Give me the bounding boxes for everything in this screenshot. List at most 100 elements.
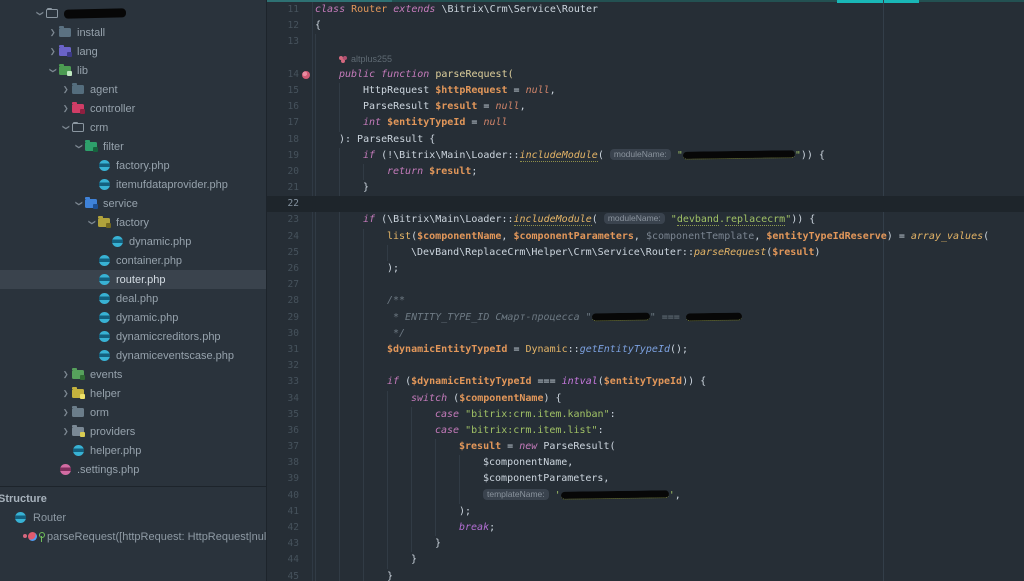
chevron-down-icon[interactable] bbox=[59, 122, 72, 133]
line-number[interactable]: 26 bbox=[267, 261, 313, 277]
code-line[interactable]: 44} bbox=[267, 552, 1024, 568]
tree-item-providers[interactable]: providers bbox=[0, 422, 266, 441]
code-line[interactable]: 45} bbox=[267, 569, 1024, 581]
line-number[interactable]: 23 bbox=[267, 212, 313, 228]
tree-item-dynamic-php[interactable]: dynamic.php bbox=[0, 308, 266, 327]
line-number[interactable]: 39 bbox=[267, 471, 313, 487]
code-line[interactable]: 12{ bbox=[267, 18, 1024, 34]
tree-item-orm[interactable]: orm bbox=[0, 403, 266, 422]
line-number[interactable]: 38 bbox=[267, 455, 313, 471]
structure-item-parserequest[interactable]: parseRequest([httpRequest: HttpRequest|n… bbox=[0, 527, 266, 546]
project-tree[interactable]: installlanglibagentcontrollercrmfilterfa… bbox=[0, 0, 266, 486]
code-line[interactable]: 16ParseResult $result = null, bbox=[267, 99, 1024, 115]
code-line[interactable]: 40templateName: '', bbox=[267, 488, 1024, 504]
line-number[interactable]: 31 bbox=[267, 342, 313, 358]
chevron-right-icon[interactable] bbox=[46, 27, 59, 38]
code-line[interactable]: 39$componentParameters, bbox=[267, 471, 1024, 487]
line-number[interactable]: 29 bbox=[267, 310, 313, 326]
author-name[interactable]: altplus255 bbox=[351, 51, 392, 67]
tree-item-lib[interactable]: lib bbox=[0, 61, 266, 80]
chevron-right-icon[interactable] bbox=[59, 388, 72, 399]
line-number[interactable]: 20 bbox=[267, 164, 313, 180]
chevron-down-icon[interactable] bbox=[72, 141, 85, 152]
line-number[interactable]: 35 bbox=[267, 407, 313, 423]
code-line[interactable]: 43} bbox=[267, 536, 1024, 552]
line-number[interactable]: 22 bbox=[267, 196, 313, 212]
line-number[interactable]: 34 bbox=[267, 391, 313, 407]
line-number[interactable]: 11 bbox=[267, 2, 313, 18]
line-number[interactable]: 12 bbox=[267, 18, 313, 34]
chevron-right-icon[interactable] bbox=[46, 46, 59, 57]
line-number[interactable]: 19 bbox=[267, 148, 313, 164]
code-line[interactable]: 27 bbox=[267, 277, 1024, 293]
code-line[interactable]: 30 */ bbox=[267, 326, 1024, 342]
line-number[interactable]: 42 bbox=[267, 520, 313, 536]
code-line[interactable]: 17int $entityTypeId = null bbox=[267, 115, 1024, 131]
line-number[interactable]: 30 bbox=[267, 326, 313, 342]
line-number[interactable]: 24 bbox=[267, 229, 313, 245]
code-line[interactable]: 41); bbox=[267, 504, 1024, 520]
tree-item-router-php[interactable]: router.php bbox=[0, 270, 266, 289]
chevron-right-icon[interactable] bbox=[59, 426, 72, 437]
line-number[interactable] bbox=[267, 51, 313, 67]
code-line[interactable]: 19if (!\Bitrix\Main\Loader::includeModul… bbox=[267, 148, 1024, 164]
line-number[interactable]: 45 bbox=[267, 569, 313, 581]
code-line[interactable]: 15HttpRequest $httpRequest = null, bbox=[267, 83, 1024, 99]
code-line[interactable]: 38$componentName, bbox=[267, 455, 1024, 471]
code-line[interactable]: 36case "bitrix:crm.item.list": bbox=[267, 423, 1024, 439]
tree-item-controller[interactable]: controller bbox=[0, 99, 266, 118]
chevron-down-icon[interactable] bbox=[72, 198, 85, 209]
code-editor[interactable]: 11class Router extends \Bitrix\Crm\Servi… bbox=[267, 0, 1024, 581]
tree-item-factory-php[interactable]: factory.php bbox=[0, 156, 266, 175]
code-line[interactable]: 21} bbox=[267, 180, 1024, 196]
code-line[interactable]: 42break; bbox=[267, 520, 1024, 536]
line-number[interactable]: 13 bbox=[267, 34, 313, 50]
line-number[interactable]: 16 bbox=[267, 99, 313, 115]
tree-item-deal-php[interactable]: deal.php bbox=[0, 289, 266, 308]
chevron-down-icon[interactable] bbox=[46, 65, 59, 76]
overrides-method-icon[interactable] bbox=[302, 71, 310, 79]
tree-item-settings-php[interactable]: .settings.php bbox=[0, 460, 266, 479]
code-line[interactable]: 25\DevBand\ReplaceCrm\Helper\Crm\Service… bbox=[267, 245, 1024, 261]
code-line[interactable]: 20return $result; bbox=[267, 164, 1024, 180]
code-line[interactable]: 32 bbox=[267, 358, 1024, 374]
line-number[interactable]: 43 bbox=[267, 536, 313, 552]
line-number[interactable]: 41 bbox=[267, 504, 313, 520]
chevron-right-icon[interactable] bbox=[59, 84, 72, 95]
tree-item-service[interactable]: service bbox=[0, 194, 266, 213]
line-number[interactable]: 17 bbox=[267, 115, 313, 131]
code-line[interactable]: 33if ($dynamicEntityTypeId === intval($e… bbox=[267, 374, 1024, 390]
line-number[interactable]: 14 bbox=[267, 67, 313, 83]
line-number[interactable]: 28 bbox=[267, 293, 313, 309]
code-line[interactable]: 22 bbox=[267, 196, 1024, 212]
structure-item-router[interactable]: Router bbox=[0, 508, 266, 527]
code-line[interactable]: 29 * ENTITY_TYPE_ID Смарт-процесса "" ==… bbox=[267, 310, 1024, 326]
code-line[interactable]: 34switch ($componentName) { bbox=[267, 391, 1024, 407]
code-author-annotation-row[interactable]: altplus255 bbox=[267, 51, 1024, 67]
chevron-down-icon[interactable] bbox=[85, 217, 98, 228]
line-number[interactable]: 15 bbox=[267, 83, 313, 99]
tree-item-filter[interactable]: filter bbox=[0, 137, 266, 156]
code-line[interactable]: 35case "bitrix:crm.item.kanban": bbox=[267, 407, 1024, 423]
chevron-right-icon[interactable] bbox=[59, 407, 72, 418]
chevron-down-icon[interactable] bbox=[33, 8, 46, 19]
code-line[interactable]: 37$result = new ParseResult( bbox=[267, 439, 1024, 455]
code-line[interactable]: 14public function parseRequest( bbox=[267, 67, 1024, 83]
tree-item-dynamiceventscase-php[interactable]: dynamiceventscase.php bbox=[0, 346, 266, 365]
line-number[interactable]: 37 bbox=[267, 439, 313, 455]
code-line[interactable]: 23if (\Bitrix\Main\Loader::includeModule… bbox=[267, 212, 1024, 228]
tree-item-install[interactable]: install bbox=[0, 23, 266, 42]
tree-item-events[interactable]: events bbox=[0, 365, 266, 384]
tree-item-container-php[interactable]: container.php bbox=[0, 251, 266, 270]
tree-item-crm[interactable]: crm bbox=[0, 118, 266, 137]
line-number[interactable]: 25 bbox=[267, 245, 313, 261]
code-line[interactable]: 11class Router extends \Bitrix\Crm\Servi… bbox=[267, 2, 1024, 18]
tree-item-agent[interactable]: agent bbox=[0, 80, 266, 99]
code-line[interactable]: 13 bbox=[267, 34, 1024, 50]
code-line[interactable]: 26); bbox=[267, 261, 1024, 277]
tree-item-factory[interactable]: factory bbox=[0, 213, 266, 232]
tree-item-helper[interactable]: helper bbox=[0, 384, 266, 403]
tree-item-root[interactable] bbox=[0, 4, 266, 23]
code-line[interactable]: 18): ParseResult { bbox=[267, 132, 1024, 148]
line-number[interactable]: 44 bbox=[267, 552, 313, 568]
